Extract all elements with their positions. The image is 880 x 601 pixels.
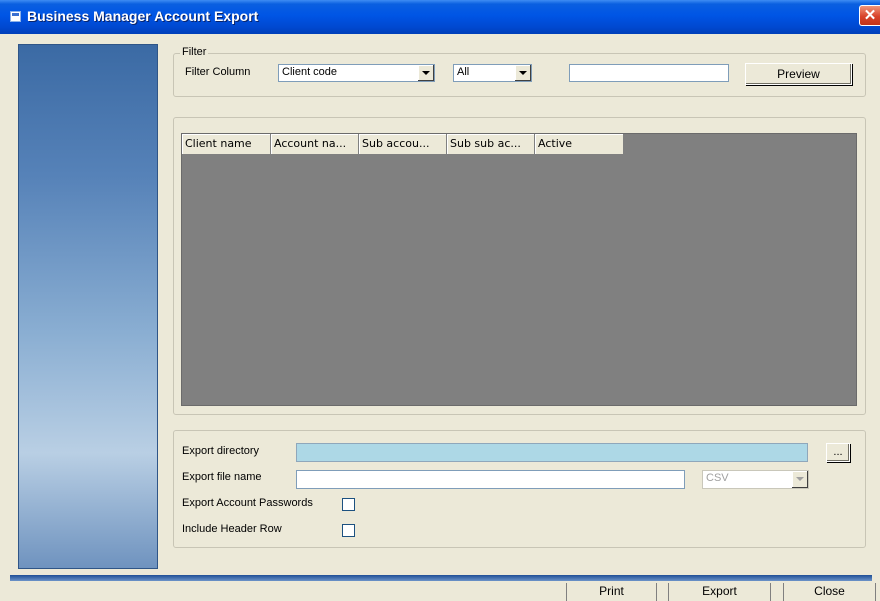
- export-filename-label: Export file name: [182, 471, 262, 483]
- include-header-checkbox[interactable]: [342, 524, 355, 537]
- export-filename-input[interactable]: [296, 470, 685, 489]
- close-window-button[interactable]: ✕: [859, 5, 880, 26]
- app-icon: [10, 11, 21, 22]
- filter-value-input[interactable]: [569, 64, 729, 82]
- export-format-value: CSV: [706, 472, 729, 484]
- column-header-active[interactable]: Active: [535, 134, 624, 155]
- export-format-select: CSV: [702, 470, 809, 489]
- window-title: Business Manager Account Export: [27, 8, 259, 24]
- export-passwords-label: Export Account Passwords: [182, 497, 313, 509]
- browse-directory-button[interactable]: ...: [826, 443, 850, 462]
- filter-group-label: Filter: [180, 46, 209, 58]
- print-button[interactable]: Print: [566, 583, 657, 601]
- title-bar[interactable]: Business Manager Account Export ✕: [0, 0, 880, 34]
- chevron-down-icon: [791, 471, 808, 488]
- filter-operator-value: All: [457, 66, 470, 78]
- chevron-down-icon[interactable]: [417, 65, 434, 81]
- filter-operator-select[interactable]: All: [453, 64, 532, 82]
- column-header-client-name[interactable]: Client name: [182, 134, 271, 155]
- left-side-panel: [18, 44, 158, 569]
- close-icon: ✕: [863, 7, 877, 24]
- export-passwords-checkbox[interactable]: [342, 498, 355, 511]
- column-header-sub-account[interactable]: Sub accou...: [359, 134, 447, 155]
- column-header-account-name[interactable]: Account na...: [271, 134, 359, 155]
- preview-button[interactable]: Preview: [745, 63, 852, 85]
- export-button[interactable]: Export: [668, 583, 771, 601]
- chevron-down-icon[interactable]: [514, 65, 531, 81]
- filter-column-select[interactable]: Client code: [278, 64, 435, 82]
- results-grid[interactable]: Client name Account na... Sub accou... S…: [181, 133, 857, 406]
- export-directory-input[interactable]: [296, 443, 808, 462]
- filter-column-label: Filter Column: [185, 66, 251, 78]
- export-directory-label: Export directory: [182, 445, 260, 457]
- close-button[interactable]: Close: [783, 583, 876, 601]
- column-header-sub-sub-account[interactable]: Sub sub ac...: [447, 134, 535, 155]
- include-header-label: Include Header Row: [182, 523, 282, 535]
- filter-column-value: Client code: [282, 66, 338, 78]
